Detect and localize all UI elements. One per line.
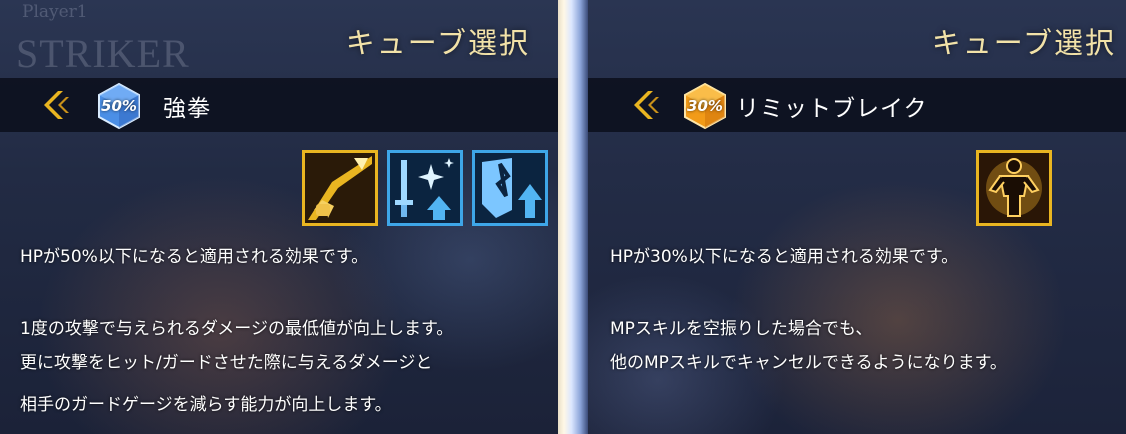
limit-break-aura-icon[interactable] [976,150,1052,226]
effect-description-line: 他のMPスキルでキャンセルできるようになります。 [610,353,1007,373]
effect-description-line: 相手のガードゲージを減らす能力が向上します。 [20,395,392,415]
cube-percent: 50% [101,97,137,115]
cube-selector-bar[interactable]: 50% 強拳 [0,78,558,132]
panel-divider [558,0,588,434]
sword-sparkle-up-icon[interactable] [387,150,463,226]
character-name-watermark: STRIKER [16,31,190,76]
cube-percent: 30% [687,97,723,115]
cube-badge-blue: 50% [95,82,143,130]
panel-title: キューブ選択 [345,26,530,60]
effect-condition-text: HPが50%以下になると適用される効果です。 [20,247,369,267]
cube-panel-player1: Player1 STRIKER キューブ選択 50% 強拳 HPが50%以下にな… [0,0,558,434]
cube-badge-orange: 30% [681,82,729,130]
shield-break-up-icon[interactable] [472,150,548,226]
effect-description-line: 1度の攻撃で与えられるダメージの最低値が向上します。 [20,319,454,339]
chevron-left-icon[interactable] [628,88,662,122]
effect-description-line: MPスキルを空振りした場合でも、 [610,319,873,339]
cube-name: リミットブレイク [736,96,928,122]
fist-upgrade-icon[interactable] [302,150,378,226]
cube-selector-bar[interactable]: 30% リミットブレイク [588,78,1126,132]
cube-panel-player2: キューブ選択 30% リミットブレイク HPが30%以下になると適用される効果で… [588,0,1126,434]
effect-condition-text: HPが30%以下になると適用される効果です。 [610,247,959,267]
player-label: Player1 [22,2,88,22]
effect-description-line: 更に攻撃をヒット/ガードさせた際に与えるダメージと [20,353,433,373]
chevron-left-icon[interactable] [38,88,72,122]
cube-name: 強拳 [163,96,211,122]
panel-title: キューブ選択 [931,26,1116,60]
